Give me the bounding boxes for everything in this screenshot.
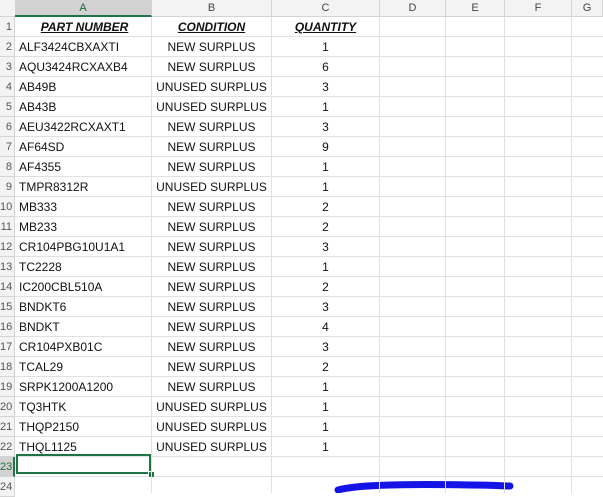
- row-header-3[interactable]: 3: [0, 57, 15, 77]
- column-gridline: [151, 17, 152, 493]
- row-header-24[interactable]: 24: [0, 477, 15, 497]
- row-header-2[interactable]: 2: [0, 37, 15, 57]
- row-header-15[interactable]: 15: [0, 297, 15, 317]
- column-header-a[interactable]: A: [15, 0, 152, 17]
- pen-annotation: [334, 481, 514, 493]
- column-header-c[interactable]: C: [272, 0, 380, 16]
- row-header-21[interactable]: 21: [0, 417, 15, 437]
- row-header-20[interactable]: 20: [0, 397, 15, 417]
- row-header-11[interactable]: 11: [0, 217, 15, 237]
- spreadsheet-grid[interactable]: PART NUMBER CONDITION QUANTITY ALF3424CBXAX…: [0, 0, 603, 497]
- row-header-4[interactable]: 4: [0, 77, 15, 97]
- row-header-6[interactable]: 6: [0, 117, 15, 137]
- column-header-f[interactable]: F: [505, 0, 572, 16]
- row-header-18[interactable]: 18: [0, 357, 15, 377]
- row-header-14[interactable]: 14: [0, 277, 15, 297]
- row-header-19[interactable]: 19: [0, 377, 15, 397]
- row-header-7[interactable]: 7: [0, 137, 15, 157]
- column-header-b[interactable]: B: [152, 0, 272, 16]
- column-gridline: [571, 17, 572, 493]
- row-header-10[interactable]: 10: [0, 197, 15, 217]
- row-header-13[interactable]: 13: [0, 257, 15, 277]
- column-gridline: [379, 17, 380, 493]
- row-header-16[interactable]: 16: [0, 317, 15, 337]
- column-gridline: [504, 17, 505, 493]
- row-header-1[interactable]: 1: [0, 17, 15, 37]
- column-header-g[interactable]: G: [572, 0, 603, 16]
- row-header-9[interactable]: 9: [0, 177, 15, 197]
- row-header-8[interactable]: 8: [0, 157, 15, 177]
- row-header-22[interactable]: 22: [0, 437, 15, 457]
- column-header-e[interactable]: E: [446, 0, 505, 16]
- row-header-17[interactable]: 17: [0, 337, 15, 357]
- row-header-23[interactable]: 23: [0, 457, 15, 477]
- column-header-d[interactable]: D: [380, 0, 446, 16]
- column-gridline: [445, 17, 446, 493]
- column-gridline: [271, 17, 272, 493]
- row-header-5[interactable]: 5: [0, 97, 15, 117]
- row-header-12[interactable]: 12: [0, 237, 15, 257]
